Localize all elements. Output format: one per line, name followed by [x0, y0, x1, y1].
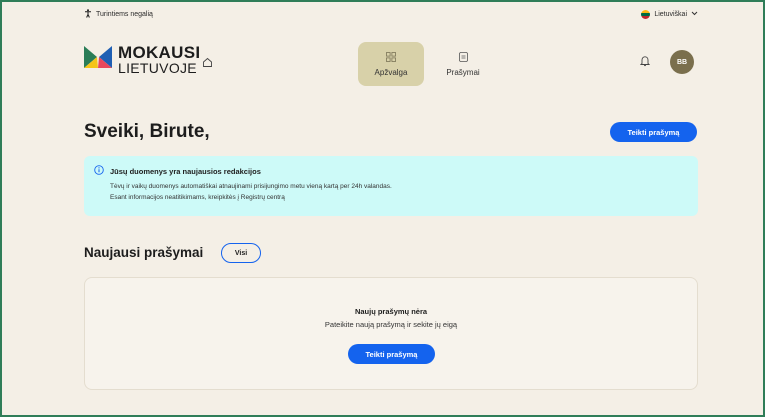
info-line-2: Esant informacijos neatitikimams, kreipk…: [110, 194, 285, 201]
info-title: Jūsų duomenys yra naujausios redakcijos: [110, 166, 261, 176]
main-nav: Apžvalga Prašymai: [358, 42, 496, 86]
home-icon[interactable]: [202, 55, 213, 73]
grid-icon: [386, 51, 396, 64]
view-all-button[interactable]: Visi: [221, 243, 261, 263]
nav-label-prasymai: Prašymai: [446, 67, 480, 77]
lithuania-flag-icon: [641, 9, 651, 19]
recent-requests-heading: Naujausi prašymai: [84, 245, 204, 260]
main-header: MOKAUSI LIETUVOJE Apžvalga Prašymai BB: [84, 38, 698, 90]
logo-text-line2: LIETUVOJE: [118, 60, 197, 76]
chevron-down-icon: [691, 11, 698, 18]
nav-item-apzvalga[interactable]: Apžvalga: [358, 42, 424, 86]
avatar-initials: BB: [676, 58, 688, 66]
empty-state-subtitle: Pateikite naują prašymą ir sekite jų eig…: [324, 320, 458, 329]
info-icon: [94, 165, 104, 177]
accessibility-icon: [84, 8, 92, 20]
bell-icon[interactable]: [639, 54, 651, 72]
empty-requests-card: Naujų prašymų nėra Pateikite naują prašy…: [84, 277, 698, 390]
nav-item-prasymai[interactable]: Prašymai: [430, 42, 496, 86]
submit-request-button[interactable]: Teikti prašymą: [610, 122, 697, 142]
site-logo[interactable]: MOKAUSI LIETUVOJE: [84, 44, 200, 75]
info-banner: Jūsų duomenys yra naujausios redakcijos …: [84, 156, 698, 216]
info-line-1: Tėvų ir vaikų duomenys automatiškai atna…: [110, 183, 392, 190]
nav-label-apzvalga: Apžvalga: [374, 67, 408, 77]
document-icon: [458, 51, 468, 64]
accessibility-label: Turintiems negalią: [96, 10, 153, 18]
page-title: Sveiki, Birute,: [84, 121, 210, 142]
empty-submit-request-button[interactable]: Teikti prašymą: [348, 344, 435, 364]
top-utility-bar: Turintiems negalią Lietuviškai: [84, 6, 698, 22]
empty-state-title: Naujų prašymų nėra: [354, 307, 428, 316]
accessibility-link[interactable]: Turintiems negalią: [84, 8, 153, 20]
user-avatar[interactable]: BB: [670, 50, 694, 74]
language-selector[interactable]: Lietuviškai: [641, 9, 698, 19]
logo-mark-icon: [84, 46, 112, 73]
logo-text-line1: MOKAUSI: [118, 43, 201, 62]
language-label: Lietuviškai: [654, 10, 687, 18]
